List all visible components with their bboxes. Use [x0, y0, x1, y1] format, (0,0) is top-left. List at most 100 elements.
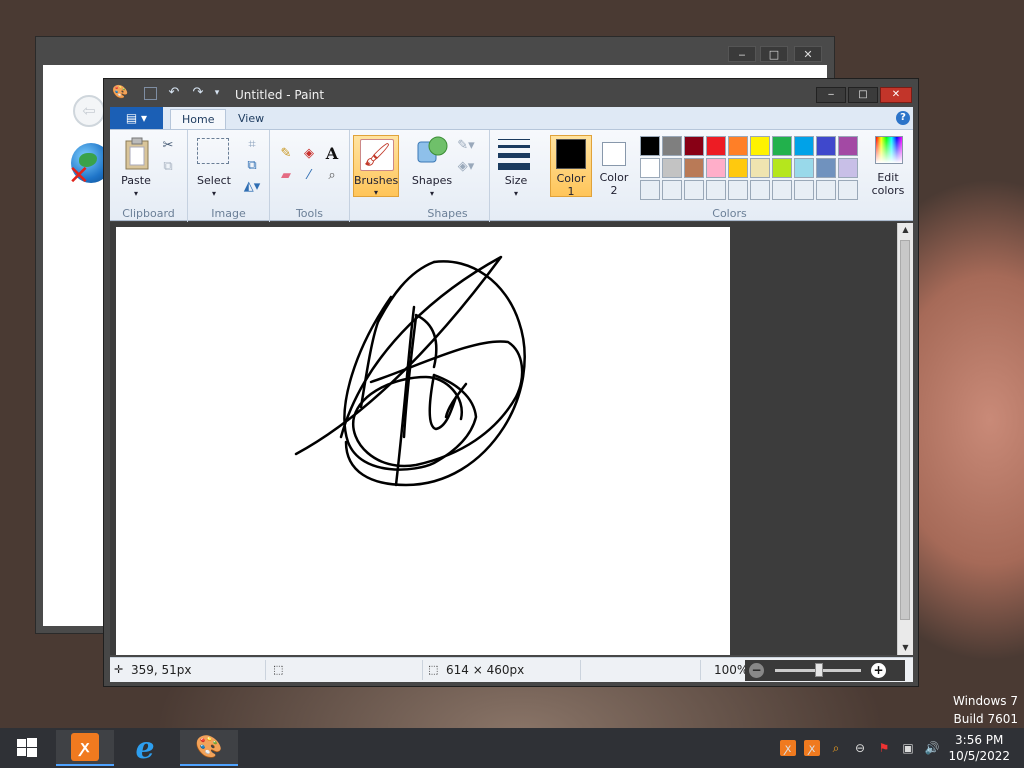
copy-icon[interactable]: ⧉: [158, 156, 178, 176]
palette-swatch[interactable]: [794, 136, 814, 156]
select-button[interactable]: Select: [194, 174, 234, 187]
size-button[interactable]: Size: [494, 174, 538, 187]
bg-close-button[interactable]: ✕: [794, 46, 822, 62]
shapes-icon[interactable]: [415, 134, 449, 168]
help-icon[interactable]: ?: [896, 111, 910, 125]
tab-home[interactable]: Home: [170, 109, 227, 129]
title-bar[interactable]: 🎨 ↶ ↷ ▾ Untitled - Paint ‒ □ ✕: [104, 79, 918, 107]
palette-swatch[interactable]: [662, 136, 682, 156]
palette-swatch[interactable]: [728, 136, 748, 156]
drawing-canvas[interactable]: [116, 227, 730, 655]
brushes-button[interactable]: 🖌 Brushes ▾: [353, 135, 399, 197]
start-button[interactable]: [0, 730, 54, 766]
scroll-down-icon[interactable]: ▼: [898, 641, 913, 655]
palette-swatch[interactable]: [794, 158, 814, 178]
palette-swatch[interactable]: [772, 158, 792, 178]
palette-swatch[interactable]: [706, 180, 726, 200]
zoom-slider-thumb[interactable]: [815, 663, 823, 677]
paint-app-icon[interactable]: 🎨: [112, 85, 128, 101]
palette-swatch[interactable]: [838, 158, 858, 178]
paint-taskbar-button[interactable]: 🎨: [180, 730, 238, 766]
magnifier-icon[interactable]: ⌕: [322, 165, 342, 185]
palette-swatch[interactable]: [640, 180, 660, 200]
xampp-tray-icon[interactable]: ꭗ: [780, 740, 796, 756]
edit-colors-button[interactable]: Edit colors: [866, 133, 910, 197]
palette-swatch[interactable]: [706, 136, 726, 156]
bg-maximize-button[interactable]: □: [760, 46, 788, 62]
select-dropdown-icon[interactable]: ▾: [209, 187, 219, 200]
minimize-button[interactable]: ‒: [816, 87, 846, 103]
palette-swatch[interactable]: [706, 158, 726, 178]
palette-swatch[interactable]: [816, 136, 836, 156]
palette-swatch[interactable]: [838, 180, 858, 200]
palette-swatch[interactable]: [662, 158, 682, 178]
palette-swatch[interactable]: [728, 158, 748, 178]
palette-swatch[interactable]: [684, 180, 704, 200]
close-button[interactable]: ✕: [880, 87, 912, 103]
zoom-in-icon[interactable]: +: [871, 663, 886, 678]
palette-swatch[interactable]: [750, 180, 770, 200]
palette-swatch[interactable]: [750, 136, 770, 156]
zoom-slider-control[interactable]: − +: [745, 660, 905, 681]
color1-button[interactable]: Color 1: [550, 135, 592, 198]
crop-icon[interactable]: ⌗: [242, 134, 262, 154]
clock[interactable]: 3:56 PM 10/5/2022: [948, 732, 1010, 764]
fill-shape-icon[interactable]: ◈▾: [456, 156, 476, 176]
size-dropdown-icon[interactable]: ▾: [511, 187, 521, 200]
palette-swatch[interactable]: [816, 158, 836, 178]
paint-menu-button[interactable]: ▤ ▾: [110, 107, 163, 129]
color2-button[interactable]: Color 2: [594, 135, 634, 197]
shapes-dropdown-icon[interactable]: ▾: [427, 187, 437, 200]
palette-swatch[interactable]: [684, 136, 704, 156]
rotate-icon[interactable]: ◭▾: [242, 176, 262, 196]
palette-swatch[interactable]: [640, 158, 660, 178]
paste-dropdown-icon[interactable]: ▾: [131, 187, 141, 200]
volume-icon[interactable]: 🔊: [924, 740, 940, 756]
zoom-out-icon[interactable]: −: [749, 663, 764, 678]
paste-icon[interactable]: [122, 136, 152, 172]
palette-swatch[interactable]: [772, 136, 792, 156]
palette-swatch[interactable]: [750, 158, 770, 178]
search-icon[interactable]: ⌕: [828, 740, 844, 756]
palette-swatch[interactable]: [684, 158, 704, 178]
eraser-icon[interactable]: ▰: [276, 165, 296, 185]
palette-swatch[interactable]: [662, 180, 682, 200]
tab-view[interactable]: View: [227, 109, 275, 129]
bg-minimize-button[interactable]: ‒: [728, 46, 756, 62]
paste-button[interactable]: Paste: [116, 174, 156, 187]
quick-access-dropdown-icon[interactable]: ▾: [209, 85, 225, 101]
save-icon[interactable]: [144, 87, 157, 100]
redo-icon[interactable]: ↷: [190, 85, 206, 101]
palette-swatch[interactable]: [816, 180, 836, 200]
fill-icon[interactable]: ◈: [299, 143, 319, 163]
scroll-up-icon[interactable]: ▲: [898, 223, 913, 237]
maximize-button[interactable]: □: [848, 87, 878, 103]
palette-swatch[interactable]: [772, 180, 792, 200]
palette-swatch[interactable]: [728, 180, 748, 200]
palette-swatch[interactable]: [794, 180, 814, 200]
cut-icon[interactable]: ✂: [158, 135, 178, 155]
shapes-button[interactable]: Shapes: [410, 174, 454, 187]
select-icon[interactable]: [197, 138, 229, 164]
selection-size-icon: ⬚: [273, 663, 284, 676]
color-picker-icon[interactable]: ⁄: [299, 165, 319, 185]
size-icon[interactable]: [498, 139, 530, 170]
xampp-tray-icon-2[interactable]: ꭗ: [804, 740, 820, 756]
resize-icon[interactable]: ⧉: [242, 155, 262, 175]
pencil-icon[interactable]: ✎: [276, 143, 296, 163]
palette-swatch[interactable]: [640, 136, 660, 156]
vertical-scrollbar[interactable]: ▲ ▼: [897, 223, 913, 655]
taskbar: ꭗ e 🎨 ꭗ ꭗ ⌕ ⊖ ⚑ ▣ 🔊 3:56 PM 10/5/2022: [0, 728, 1024, 768]
ie-taskbar-button[interactable]: e: [116, 730, 174, 766]
palette-swatch[interactable]: [838, 136, 858, 156]
xampp-taskbar-button[interactable]: ꭗ: [56, 730, 114, 766]
network-icon[interactable]: ⊖: [852, 740, 868, 756]
scroll-thumb[interactable]: [900, 240, 910, 620]
paint-window[interactable]: 🎨 ↶ ↷ ▾ Untitled - Paint ‒ □ ✕ ▤ ▾ Home …: [103, 78, 919, 687]
undo-icon[interactable]: ↶: [166, 85, 182, 101]
text-icon[interactable]: A: [322, 143, 342, 163]
outline-icon[interactable]: ✎▾: [456, 135, 476, 155]
action-center-icon[interactable]: ⚑: [876, 740, 892, 756]
display-icon[interactable]: ▣: [900, 740, 916, 756]
back-arrow-icon[interactable]: ⇦: [73, 95, 105, 127]
